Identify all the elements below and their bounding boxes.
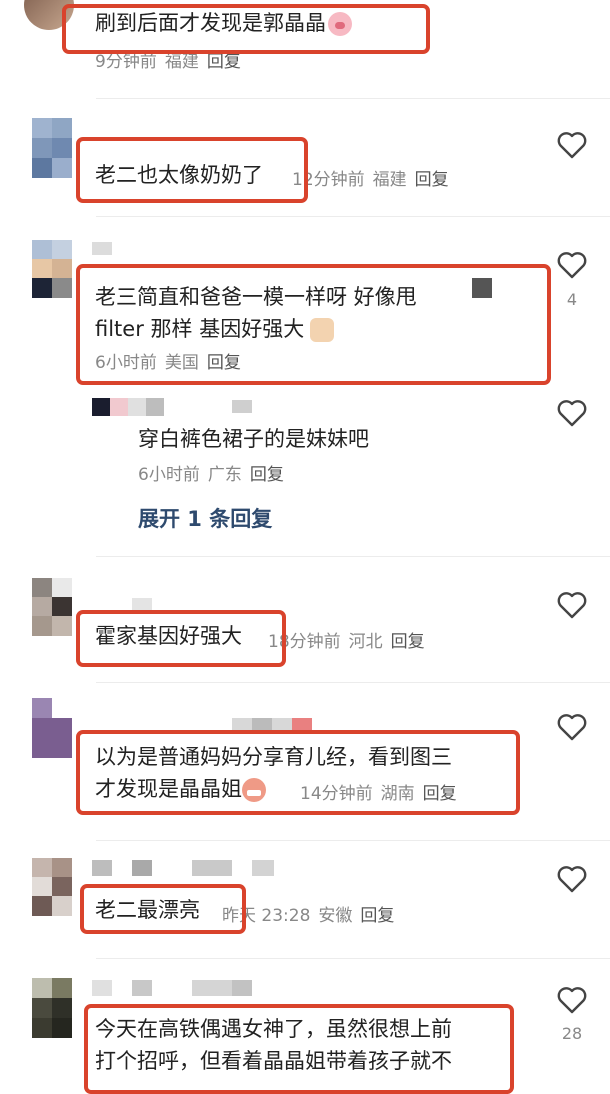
divider <box>96 98 610 99</box>
avatar[interactable] <box>92 398 172 416</box>
username-blur <box>232 400 252 413</box>
like-count: 4 <box>566 290 578 309</box>
heart-outline-icon[interactable] <box>556 712 588 742</box>
comment-meta: 18分钟前 河北 回复 <box>268 632 425 652</box>
reply-link[interactable]: 回复 <box>391 632 425 652</box>
avatar[interactable] <box>32 978 72 1038</box>
avatar[interactable] <box>32 118 72 178</box>
divider <box>96 682 610 683</box>
heart-outline-icon[interactable] <box>556 590 588 620</box>
comment-meta: 6小时前 广东 回复 <box>138 465 284 485</box>
highlight-box <box>76 264 551 385</box>
highlight-box <box>80 884 246 934</box>
reply-link[interactable]: 回复 <box>360 906 394 926</box>
reply-link[interactable]: 回复 <box>207 52 241 72</box>
avatar[interactable] <box>32 578 72 636</box>
highlight-box <box>76 610 286 667</box>
expand-replies-link[interactable]: 展开 1 条回复 <box>138 503 272 533</box>
highlight-box <box>76 730 520 815</box>
highlight-box <box>62 4 430 54</box>
divider <box>96 840 610 841</box>
comment-meta: 12分钟前 福建 回复 <box>292 170 449 190</box>
avatar[interactable] <box>32 858 72 916</box>
heart-outline-icon[interactable] <box>556 864 588 894</box>
username-blur <box>92 242 112 255</box>
avatar[interactable] <box>32 240 72 298</box>
highlight-box <box>76 137 308 203</box>
reply-link[interactable]: 回复 <box>415 170 449 190</box>
heart-outline-icon[interactable] <box>556 985 588 1015</box>
avatar[interactable] <box>32 698 72 758</box>
divider <box>96 556 610 557</box>
reply-link[interactable]: 回复 <box>250 465 284 485</box>
divider <box>96 216 610 217</box>
comment-text: 穿白裤色裙子的是妹妹吧 <box>138 427 369 451</box>
comment-meta: 昨天 23:28 安徽 回复 <box>222 906 395 926</box>
heart-outline-icon[interactable] <box>556 130 588 160</box>
username-blur <box>92 860 274 876</box>
like-count: 28 <box>561 1024 583 1043</box>
heart-outline-icon[interactable] <box>556 398 588 428</box>
divider <box>96 958 610 959</box>
username-blur <box>92 980 252 996</box>
heart-outline-icon[interactable] <box>556 250 588 280</box>
